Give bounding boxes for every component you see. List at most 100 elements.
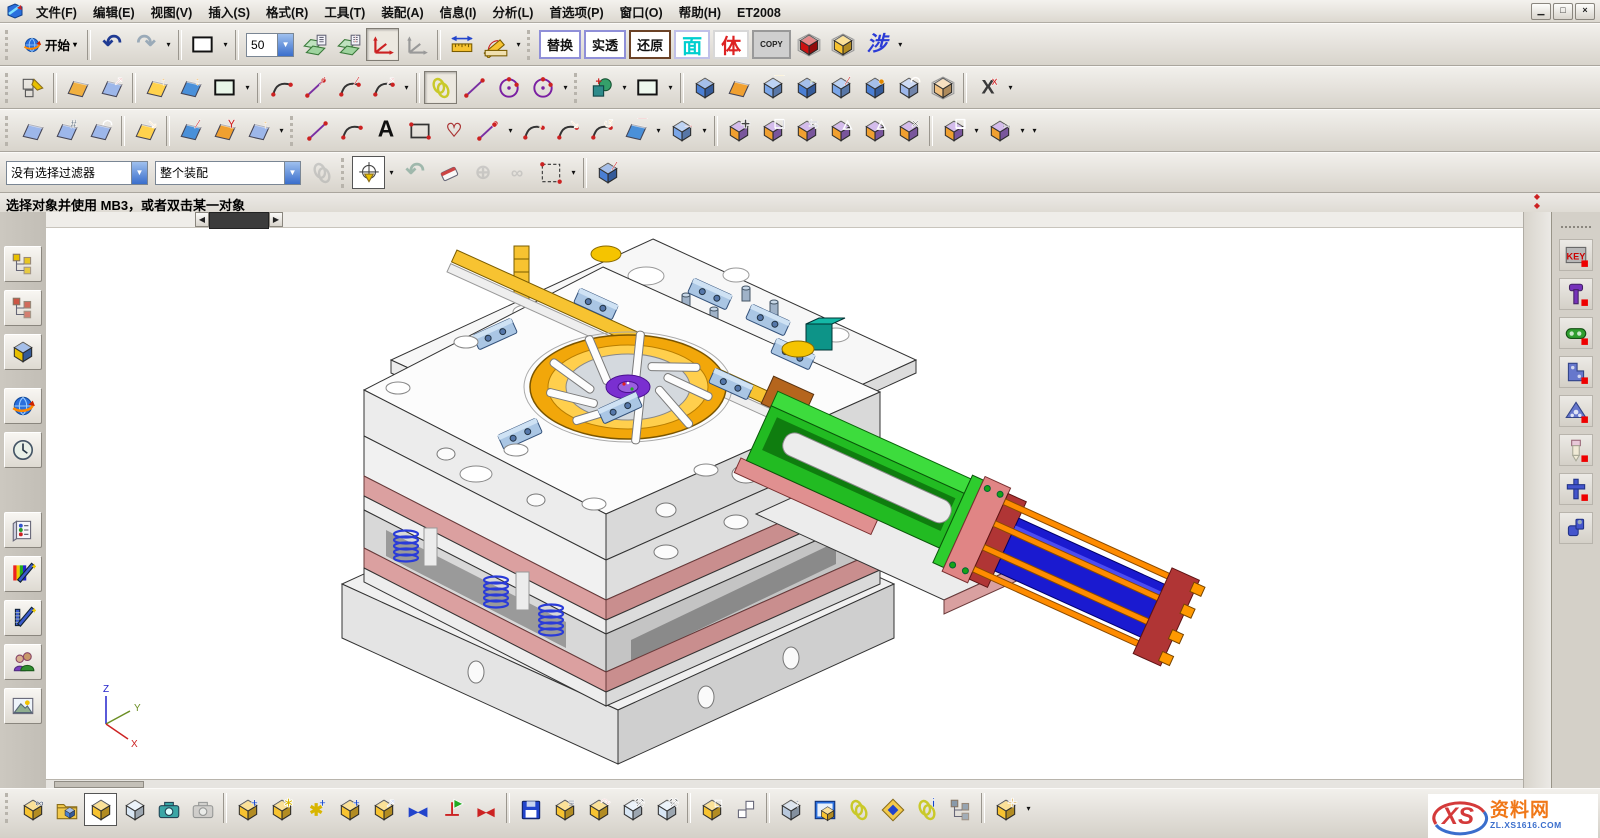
rectangle-button[interactable] [403, 114, 436, 147]
palette-drag-handle[interactable] [1561, 226, 1591, 230]
block-button[interactable] [688, 71, 721, 104]
slot-button[interactable]: ⌐ [790, 71, 823, 104]
dropdown-arrow-icon[interactable]: ▼ [284, 162, 300, 184]
view-style-button[interactable] [186, 28, 219, 61]
hide-component-button[interactable] [118, 793, 151, 826]
offset-surface-button[interactable]: ↕ [174, 71, 207, 104]
translucent-button[interactable]: 实透 [584, 30, 626, 59]
dropdown-arrow-icon[interactable]: ▼ [277, 34, 293, 56]
view-style-dropdown[interactable]: ▾ [220, 30, 231, 60]
reuse-plate-item[interactable] [1559, 395, 1593, 427]
copy-face-dropdown[interactable]: ▾ [971, 116, 982, 146]
plane-dropdown[interactable]: ▾ [242, 73, 253, 103]
undo-selection-button[interactable]: ↶ [398, 156, 431, 189]
split-body-button[interactable]: ∕ [824, 71, 857, 104]
curve-extend-button[interactable]: ↗ [367, 71, 400, 104]
minimize-button[interactable]: ▁ [1531, 3, 1551, 20]
copy-face-button[interactable]: ❏ [937, 114, 970, 147]
copy-display-button[interactable]: COPY [752, 30, 791, 59]
offset-face-button[interactable]: ❏ [756, 114, 789, 147]
reuse-bracket-item[interactable] [1559, 356, 1593, 388]
menu-insert[interactable]: 插入(S) [200, 5, 258, 21]
measure-distance-button[interactable] [445, 28, 478, 61]
start-button[interactable]: 开始▾ [16, 30, 83, 60]
show-component-button[interactable] [84, 793, 117, 826]
toolbar-grip[interactable] [5, 30, 13, 60]
internet-explorer-button[interactable] [4, 388, 42, 424]
cylinder-face-button[interactable]: △ [858, 114, 891, 147]
text-button[interactable]: A [369, 114, 402, 147]
plane-filter-button[interactable] [305, 156, 338, 189]
circle-dropdown[interactable]: ▾ [560, 73, 571, 103]
unhide-component-button[interactable] [729, 793, 762, 826]
wcs-display-button[interactable] [366, 28, 399, 61]
find-component-button[interactable]: ∞ [16, 793, 49, 826]
more-face-dropdown[interactable]: ▾ [1029, 116, 1040, 146]
dropdown-arrow-icon[interactable]: ▼ [131, 162, 147, 184]
show-constraints-button[interactable]: ▶◀ [469, 793, 502, 826]
offset-sheet-button[interactable]: ↘ [129, 114, 162, 147]
wave-link-info-button[interactable]: i [910, 793, 943, 826]
graphics-window[interactable]: Z Y X ◀ ▶ [46, 212, 1524, 788]
menu-edit[interactable]: 编辑(E) [85, 5, 143, 21]
menu-file[interactable]: 文件(F) [28, 5, 85, 21]
menu-et2008[interactable]: ET2008 [729, 5, 789, 21]
sketch-button[interactable] [16, 71, 49, 104]
replace-button[interactable]: 替换 [539, 30, 581, 59]
pattern-component-button[interactable]: ✱+ [299, 793, 332, 826]
restore-button[interactable]: 还原 [629, 30, 671, 59]
expressions-dropdown[interactable]: ▾ [1005, 73, 1016, 103]
interpart-link-button[interactable] [842, 793, 875, 826]
roles-button[interactable] [4, 644, 42, 680]
ruled-surface-button[interactable] [16, 114, 49, 147]
clip-section-button[interactable]: ∕ [591, 156, 624, 189]
reuse-elbow-item[interactable] [1559, 512, 1593, 544]
sew-surface-button[interactable]: Y [208, 114, 241, 147]
resize-face-button[interactable]: ↔ [983, 114, 1016, 147]
wave-geometry-linker-button[interactable] [876, 793, 909, 826]
scroll-right-button[interactable]: ▶ [269, 212, 283, 227]
rectangle-select-button[interactable] [534, 156, 567, 189]
arc2-button[interactable] [335, 114, 368, 147]
reuse-ejector-pin-item[interactable] [1559, 434, 1593, 466]
hole-button[interactable]: ● [858, 71, 891, 104]
scroll-thumb[interactable] [54, 781, 144, 788]
capture-arrangement-button[interactable] [152, 793, 185, 826]
revolve-button[interactable] [722, 71, 755, 104]
toolbar-grip[interactable] [5, 73, 13, 103]
exploded-views-button[interactable]: ↕ [774, 793, 807, 826]
sequence-dropdown[interactable]: ▾ [1023, 793, 1034, 823]
reuse-fitting-item[interactable] [1559, 473, 1593, 505]
toolbar-grip[interactable] [290, 116, 298, 146]
redo-button[interactable]: ↷ [129, 28, 162, 61]
add-instance-button[interactable]: + [333, 793, 366, 826]
line-button[interactable] [458, 71, 491, 104]
swept-surface-button[interactable]: ↗ [95, 71, 128, 104]
isolate-component-button[interactable] [808, 793, 841, 826]
selection-filter-combo[interactable]: 没有选择过滤器▼ [6, 161, 148, 185]
extrude-button[interactable]: ▔ [756, 71, 789, 104]
assembly-sequence-button[interactable]: ✛ [989, 793, 1022, 826]
curve-fillet-button[interactable] [265, 71, 298, 104]
circle-center-button[interactable] [526, 71, 559, 104]
restore-button[interactable]: □ [1553, 3, 1573, 20]
open-component-button[interactable] [50, 793, 83, 826]
reuse-screw-item[interactable] [1559, 278, 1593, 310]
find-in-tree-button[interactable]: ∞ [500, 156, 533, 189]
menu-view[interactable]: 视图(V) [143, 5, 201, 21]
solid-red-cube-button[interactable] [793, 28, 826, 61]
plane2-swatch-button[interactable] [631, 71, 664, 104]
plane-swatch-button[interactable] [208, 71, 241, 104]
toolbar-grip[interactable] [5, 116, 13, 146]
relations-browser-button[interactable] [944, 793, 977, 826]
measure-dropdown[interactable]: ▾ [513, 30, 524, 60]
boolean-dropdown[interactable]: ▾ [619, 73, 630, 103]
scroll-thumb[interactable] [209, 212, 269, 229]
assembly-constraints-button[interactable]: ⊥▶ [435, 793, 468, 826]
plane2-dropdown[interactable]: ▾ [665, 73, 676, 103]
replace-face-button[interactable]: ⇆ [790, 114, 823, 147]
unwrap-button[interactable]: → [665, 114, 698, 147]
blend-face-button[interactable]: △ [824, 114, 857, 147]
flatten-surface-button[interactable]: ▔ [619, 114, 652, 147]
mirror-assembly-button[interactable]: ▶◀ [401, 793, 434, 826]
